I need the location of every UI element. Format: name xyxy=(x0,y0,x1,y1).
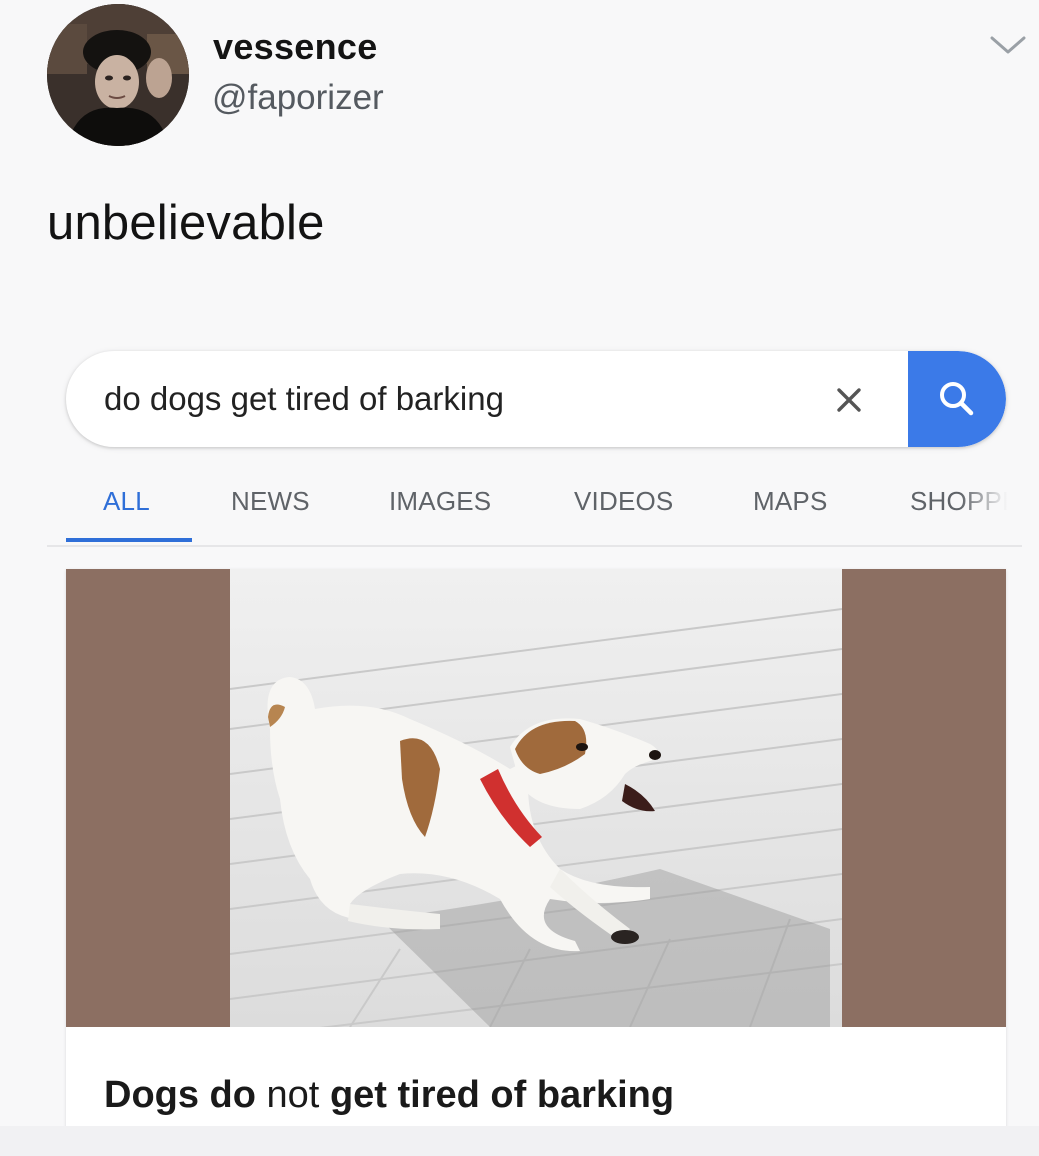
tab-news[interactable]: NEWS xyxy=(231,486,310,517)
result-title[interactable]: Dogs do not get tired of barking xyxy=(104,1074,674,1117)
search-input[interactable] xyxy=(104,373,804,425)
result-image[interactable] xyxy=(66,569,1006,1027)
tweet-screenshot: vessence @faporizer unbelievable ALL NEW… xyxy=(0,0,1039,1156)
user-handle[interactable]: @faporizer xyxy=(212,78,384,118)
bottom-edge xyxy=(0,1126,1039,1156)
title-bold-2: get tired of barking xyxy=(329,1074,675,1116)
title-bold-1: Dogs do xyxy=(104,1074,256,1116)
tabs-fade xyxy=(960,482,1039,532)
featured-result-card[interactable]: Dogs do not get tired of barking xyxy=(66,569,1006,1139)
tab-videos[interactable]: VIDEOS xyxy=(574,486,673,517)
tab-images[interactable]: IMAGES xyxy=(389,486,491,517)
search-button[interactable] xyxy=(908,351,1006,447)
tweet-text: unbelievable xyxy=(47,196,325,250)
active-tab-indicator xyxy=(66,538,192,542)
tab-maps[interactable]: MAPS xyxy=(753,486,827,517)
search-tabs: ALL NEWS IMAGES VIDEOS MAPS SHOPPI xyxy=(0,478,1039,548)
tab-all[interactable]: ALL xyxy=(103,486,150,517)
avatar[interactable] xyxy=(47,4,189,146)
search-bar xyxy=(66,351,1006,447)
tabs-divider xyxy=(47,545,1022,547)
chevron-down-icon[interactable] xyxy=(986,30,1030,60)
search-icon xyxy=(940,382,974,416)
dog-photo xyxy=(230,569,842,1027)
close-icon[interactable] xyxy=(824,375,874,425)
display-name[interactable]: vessence xyxy=(213,26,378,68)
avatar-photo xyxy=(47,4,189,146)
title-normal: not xyxy=(255,1074,330,1116)
